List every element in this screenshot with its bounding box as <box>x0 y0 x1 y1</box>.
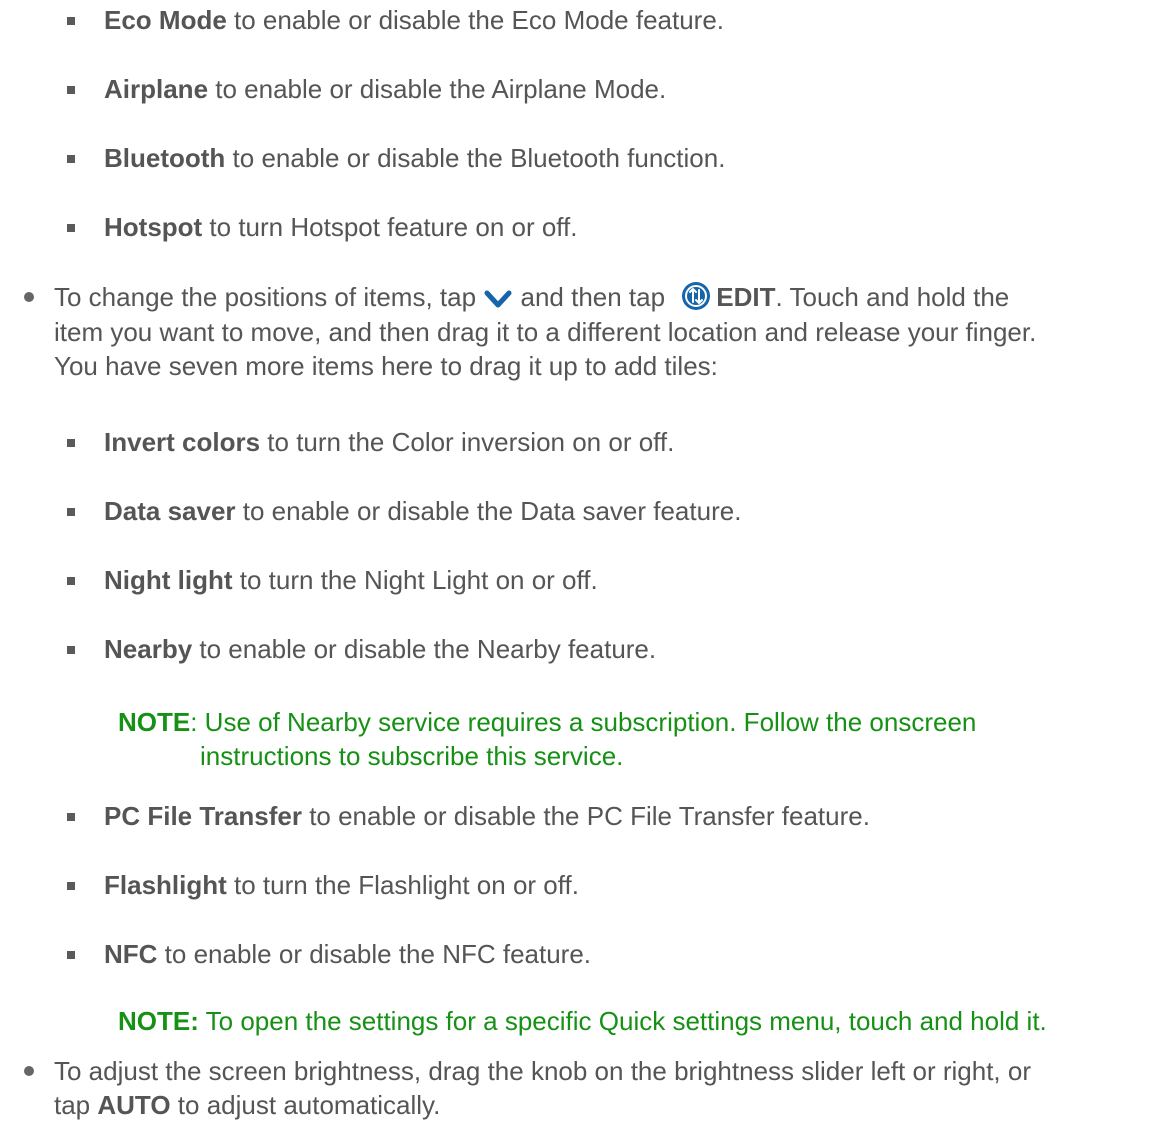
note-line: instructions to subscribe this service. <box>200 741 624 771</box>
note-nearby: NOTE: Use of Nearby service requires a s… <box>118 707 977 771</box>
round-bullet <box>24 292 34 302</box>
list-bullet <box>67 155 75 163</box>
item-term: NFC <box>104 939 158 969</box>
list-item: Airplane to enable or disable the Airpla… <box>104 74 666 105</box>
list-bullet <box>67 577 75 585</box>
list-bullet <box>67 224 75 232</box>
item-term: Nearby <box>104 634 193 664</box>
list-bullet <box>67 86 75 94</box>
list-bullet <box>67 439 75 447</box>
item-term: Night light <box>104 565 233 595</box>
list-item: Nearby to enable or disable the Nearby f… <box>104 634 656 665</box>
list-item: Data saver to enable or disable the Data… <box>104 496 741 527</box>
item-desc: to enable or disable the Bluetooth funct… <box>225 143 726 173</box>
item-desc: to enable or disable the Eco Mode featur… <box>226 5 725 35</box>
round-bullet <box>24 1066 34 1076</box>
paragraph-line: To adjust the screen brightness, drag th… <box>54 1056 1031 1086</box>
list-item: Night light to turn the Night Light on o… <box>104 565 598 596</box>
item-desc: to turn the Night Light on or off. <box>232 565 598 595</box>
item-term: Hotspot <box>104 212 203 242</box>
list-item: Eco Mode to enable or disable the Eco Mo… <box>104 5 724 36</box>
list-item: NFC to enable or disable the NFC feature… <box>104 939 591 970</box>
list-bullet <box>67 17 75 25</box>
item-desc: to enable or disable the NFC feature. <box>157 939 592 969</box>
auto-label: AUTO <box>97 1090 171 1120</box>
item-desc: to turn Hotspot feature on or off. <box>202 212 578 242</box>
item-desc: to enable or disable the PC File Transfe… <box>301 801 870 831</box>
item-term: Invert colors <box>104 427 261 457</box>
paragraph-line: You have seven more items here to drag i… <box>54 351 718 382</box>
list-item: Flashlight to turn the Flashlight on or … <box>104 870 579 901</box>
note-label: NOTE <box>118 707 191 737</box>
item-term: PC File Transfer <box>104 801 302 831</box>
list-bullet <box>67 951 75 959</box>
list-item: Invert colors to turn the Color inversio… <box>104 427 674 458</box>
item-desc: to turn the Flashlight on or off. <box>226 870 579 900</box>
brightness-paragraph: To adjust the screen brightness, drag th… <box>54 1056 1031 1120</box>
list-item: Hotspot to turn Hotspot feature on or of… <box>104 212 578 243</box>
list-bullet <box>67 646 75 654</box>
paragraph-line: item you want to move, and then drag it … <box>54 317 1037 348</box>
edit-label: EDIT <box>716 282 776 312</box>
item-term: Bluetooth <box>104 143 226 173</box>
item-term: Flashlight <box>104 870 227 900</box>
list-item: PC File Transfer to enable or disable th… <box>104 801 870 832</box>
item-term: Eco Mode <box>104 5 227 35</box>
list-bullet <box>67 813 75 821</box>
edit-arrows-icon <box>680 280 712 312</box>
item-desc: to turn the Color inversion on or off. <box>260 427 675 457</box>
chevron-down-icon <box>483 285 513 309</box>
item-desc: to enable or disable the Airplane Mode. <box>208 74 667 104</box>
item-desc: to enable or disable the Nearby feature. <box>192 634 657 664</box>
list-item: Bluetooth to enable or disable the Bluet… <box>104 143 725 174</box>
list-bullet <box>67 882 75 890</box>
item-desc: to enable or disable the Data saver feat… <box>235 496 742 526</box>
note-label: NOTE: <box>118 1006 199 1036</box>
item-term: Data saver <box>104 496 236 526</box>
list-bullet <box>67 508 75 516</box>
item-term: Airplane <box>104 74 209 104</box>
note-quick-settings: NOTE: To open the settings for a specifi… <box>118 1006 1047 1036</box>
positions-paragraph: To change the positions of items, tap an… <box>54 280 1037 382</box>
